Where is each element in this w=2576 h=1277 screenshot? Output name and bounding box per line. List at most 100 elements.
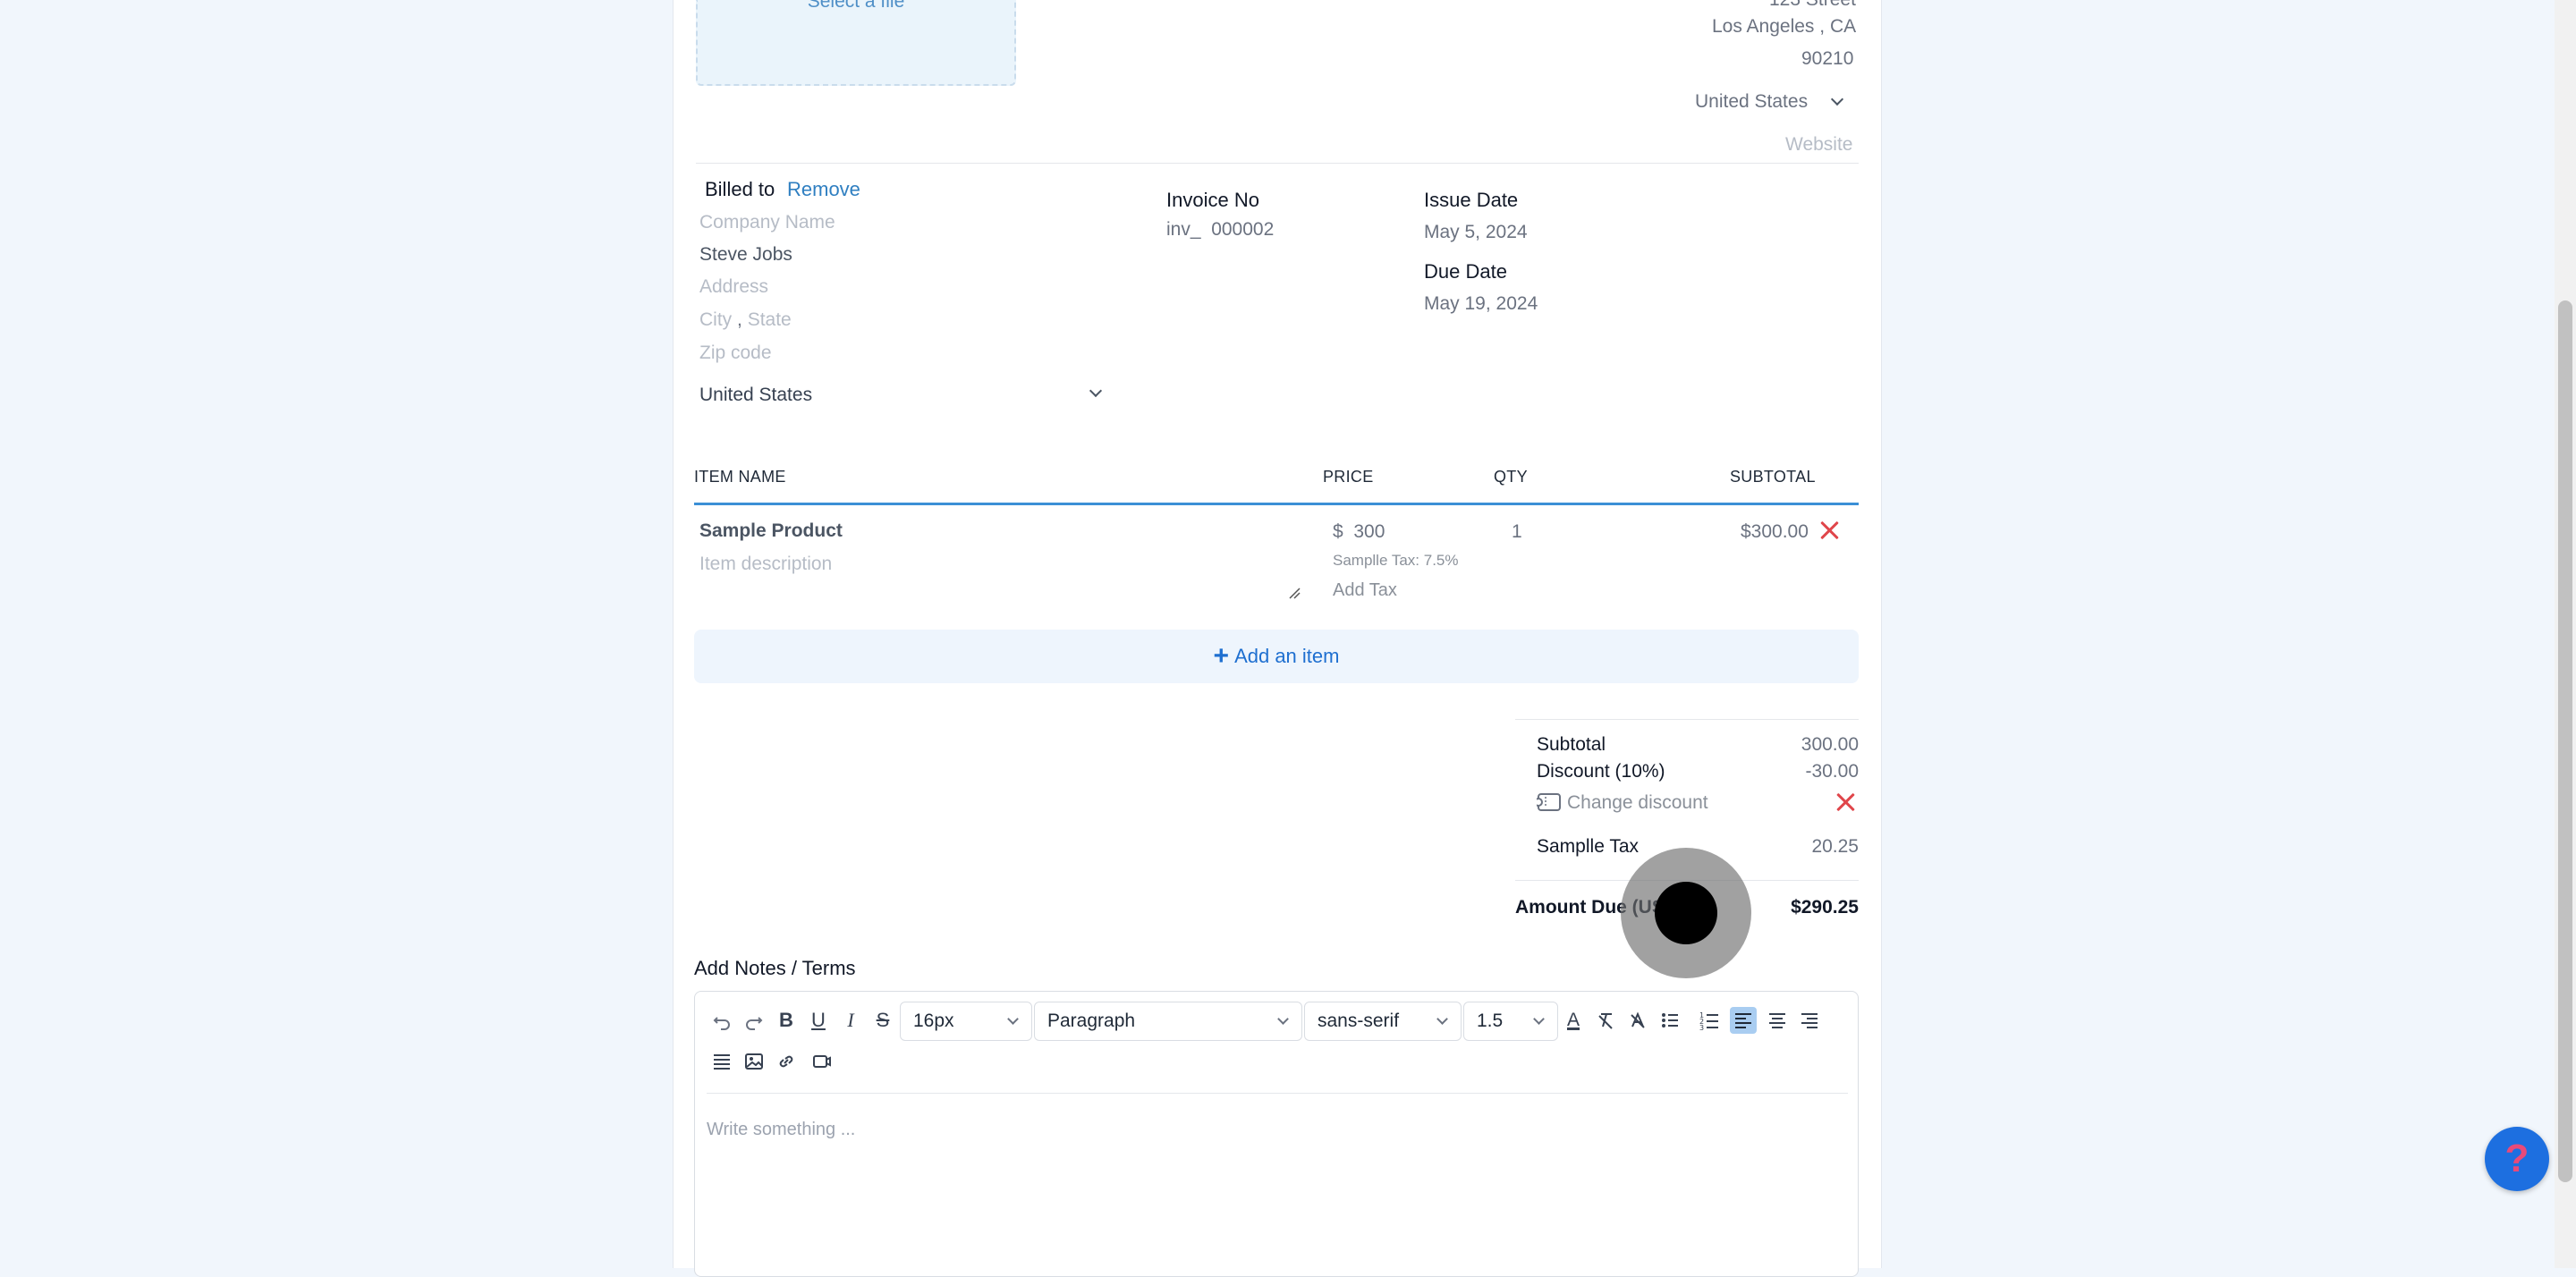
sender-city[interactable]: Los Angeles	[1712, 16, 1814, 37]
col-item-name: ITEM NAME	[694, 468, 786, 486]
toolbar-divider	[707, 1093, 1848, 1094]
sender-website-input[interactable]: Website	[1785, 134, 1852, 156]
image-icon[interactable]	[741, 1048, 767, 1075]
sender-country: United States	[1695, 91, 1809, 112]
click-indicator-dot	[1655, 882, 1717, 944]
discount-label: Discount (10%)	[1537, 761, 1665, 782]
client-country-select[interactable]: United States	[699, 384, 1107, 406]
align-left-icon[interactable]	[1730, 1007, 1757, 1034]
chevron-down-icon	[1830, 92, 1843, 106]
item-price-field[interactable]: $ 300	[1333, 521, 1385, 543]
item-price-input[interactable]: 300	[1353, 521, 1385, 542]
scrollbar-thumb[interactable]	[2558, 300, 2572, 1182]
logo-upload-dropzone[interactable]: Select a file	[696, 0, 1016, 86]
bullet-list-icon[interactable]	[1657, 1007, 1683, 1034]
invoice-no-label: Invoice No	[1166, 189, 1259, 211]
highlight-icon[interactable]	[1624, 1007, 1651, 1034]
col-qty: QTY	[1494, 468, 1528, 486]
bold-icon[interactable]: B	[773, 1007, 800, 1034]
numbered-list-icon[interactable]: 123	[1696, 1007, 1723, 1034]
company-name-input[interactable]: Company Name	[699, 212, 835, 233]
notes-heading: Add Notes / Terms	[694, 957, 856, 979]
tax-value: 20.25	[1811, 836, 1859, 857]
sender-country-select[interactable]: United States	[1695, 91, 1843, 113]
add-tax-link[interactable]: Add Tax	[1333, 580, 1397, 601]
align-justify-icon[interactable]	[708, 1048, 735, 1075]
item-description-input[interactable]: Item description	[699, 554, 832, 575]
clear-format-icon[interactable]	[1592, 1007, 1619, 1034]
amount-due-value: $290.25	[1791, 897, 1859, 918]
chevron-down-icon	[1007, 1013, 1019, 1025]
state-input[interactable]: State	[748, 309, 792, 330]
due-date-input[interactable]: May 19, 2024	[1424, 293, 1538, 315]
invoice-no-field[interactable]: inv_ 000002	[1166, 219, 1274, 241]
item-subtotal: $300.00	[1741, 521, 1809, 542]
table-header-divider	[694, 503, 1859, 505]
remove-item-icon[interactable]	[1819, 520, 1839, 540]
tax-label: Samplle Tax	[1537, 836, 1640, 857]
remove-discount-icon[interactable]	[1835, 792, 1855, 812]
line-height-value: 1.5	[1477, 1011, 1504, 1031]
item-name-input[interactable]: Sample Product	[699, 520, 843, 542]
block-type-select[interactable]: Paragraph	[1034, 1002, 1302, 1041]
city-input[interactable]: City	[699, 309, 732, 330]
sender-street[interactable]: 123 Street	[1769, 0, 1856, 11]
font-family-select[interactable]: sans-serif	[1304, 1002, 1462, 1041]
align-center-icon[interactable]	[1764, 1007, 1791, 1034]
align-right-icon[interactable]	[1796, 1007, 1823, 1034]
italic-icon[interactable]: I	[837, 1007, 864, 1034]
zip-input[interactable]: Zip code	[699, 343, 772, 364]
invoice-prefix: inv_	[1166, 219, 1201, 240]
issue-date-label: Issue Date	[1424, 189, 1519, 211]
due-date-label: Due Date	[1424, 260, 1507, 283]
strikethrough-icon[interactable]: S	[869, 1007, 896, 1034]
change-discount-link[interactable]: Change discount	[1534, 792, 1708, 814]
plus-icon: +	[1213, 641, 1230, 671]
client-country: United States	[699, 385, 813, 405]
help-button[interactable]: ?	[2485, 1127, 2549, 1191]
billed-to-label: Billed to	[705, 178, 775, 200]
chevron-down-icon	[1436, 1013, 1448, 1025]
redo-icon[interactable]	[741, 1007, 767, 1034]
text-color-icon[interactable]: A	[1560, 1007, 1587, 1034]
chevron-down-icon	[1277, 1013, 1289, 1025]
col-price: PRICE	[1323, 468, 1374, 486]
remove-client-link[interactable]: Remove	[787, 178, 860, 201]
item-qty-input[interactable]: 1	[1512, 521, 1522, 543]
sender-state[interactable]: CA	[1830, 16, 1856, 37]
issue-date-input[interactable]: May 5, 2024	[1424, 222, 1528, 243]
ticket-icon	[1534, 793, 1561, 811]
change-discount-label: Change discount	[1567, 792, 1708, 813]
client-name-input[interactable]: Steve Jobs	[699, 244, 792, 266]
invoice-number-input[interactable]: 000002	[1211, 219, 1274, 240]
totals-divider-top	[1515, 719, 1859, 720]
font-family-value: sans-serif	[1318, 1011, 1400, 1031]
sender-city-state[interactable]: Los Angeles , CA	[1712, 16, 1856, 38]
block-type-value: Paragraph	[1047, 1011, 1136, 1031]
svg-text:3: 3	[1699, 1024, 1704, 1030]
city-state-inputs[interactable]: City , State	[699, 309, 792, 331]
link-icon[interactable]	[773, 1048, 800, 1075]
notes-textarea[interactable]: Write something ...	[707, 1120, 855, 1140]
underline-icon[interactable]: U	[805, 1007, 832, 1034]
chevron-down-icon	[1533, 1013, 1545, 1025]
add-item-label: Add an item	[1234, 645, 1340, 667]
chevron-down-icon	[1089, 384, 1103, 398]
header-divider	[696, 163, 1859, 164]
subtotal-value: 300.00	[1801, 734, 1859, 755]
select-file-link[interactable]: Select a file	[698, 0, 1014, 13]
currency-symbol: $	[1333, 521, 1343, 542]
col-subtotal: SUBTOTAL	[1730, 468, 1816, 486]
font-size-select[interactable]: 16px	[900, 1002, 1032, 1041]
item-tax-note: Samplle Tax: 7.5%	[1333, 552, 1459, 569]
line-height-select[interactable]: 1.5	[1463, 1002, 1558, 1041]
question-icon: ?	[2504, 1137, 2529, 1180]
address-input[interactable]: Address	[699, 276, 768, 298]
add-item-button[interactable]: + Add an item	[694, 630, 1859, 683]
sender-zip[interactable]: 90210	[1801, 48, 1853, 70]
undo-icon[interactable]	[708, 1007, 735, 1034]
textarea-resize-icon[interactable]	[1288, 587, 1301, 599]
font-size-value: 16px	[913, 1011, 954, 1031]
discount-value: -30.00	[1805, 761, 1859, 782]
embed-icon[interactable]	[809, 1048, 835, 1075]
